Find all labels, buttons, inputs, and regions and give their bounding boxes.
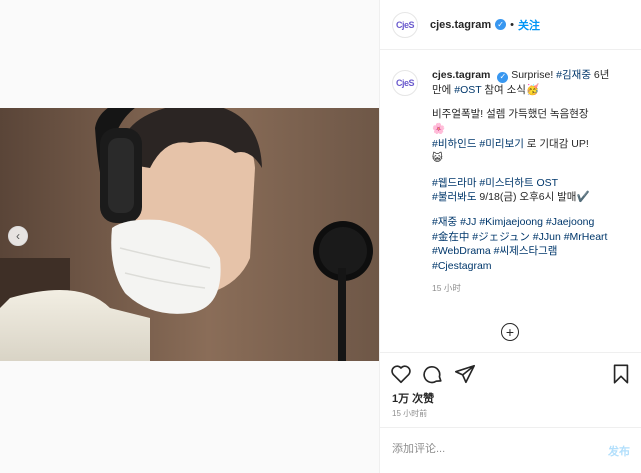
verified-badge-icon: ✓ [497,71,509,83]
hashtag-link[interactable]: #OST [454,84,481,96]
caption-text: Surprise! [511,69,557,81]
post-caption: CjeS cjes.tagram ✓ Surprise! #김재중 6년 만에 … [392,68,637,296]
account-avatar[interactable]: CjeS [392,11,418,38]
hashtag-link[interactable]: #김재중 [556,69,591,81]
heart-icon[interactable] [390,363,412,388]
follow-button[interactable]: 关注 [518,17,540,33]
separator-dot: • [510,18,515,31]
caption-line-1: cjes.tagram ✓ Surprise! #김재중 6년 [432,68,609,83]
avatar-logo-text: CjeS [395,78,415,88]
caption-text-1: Surprise! #김재중 6년 [511,69,609,81]
previous-photo-button[interactable]: ‹ [8,226,28,246]
recording-session-photo [0,108,379,361]
caption-username[interactable]: cjes.tagram [432,69,490,81]
caption-line-5: #비하인드 #미리보기 로 기대감 UP! [432,137,609,152]
caption-line-3: 비주얼폭발! 설렘 가득했던 녹음현장 [432,108,589,121]
caption-body: cjes.tagram ✓ Surprise! #김재중 6년 만에 #OST … [432,68,609,296]
share-icon[interactable] [454,363,476,388]
caption-line-2: 만에 #OST 참여 소식🥳 [432,83,609,98]
chevron-left-icon: ‹ [16,229,20,243]
likes-count[interactable]: 1万 次赞 [392,390,434,406]
post-photo[interactable] [0,108,379,361]
post-header: CjeS cjes.tagram ✓ • 关注 [380,0,641,50]
caption-text: 만에 [432,83,455,96]
post-details-panel: CjeS cjes.tagram ✓ • 关注 CjeS cjes.tagram… [379,0,641,473]
caption-line-6: 😺 [432,152,443,165]
caption-text: 참여 소식🥳 [481,83,540,96]
hashtag-link[interactable]: #미리보기 [479,138,523,150]
avatar-logo-text: CjeS [395,19,415,30]
hashtags-line-2[interactable]: #金在中 #ジェジュン #JJun #MrHeart [432,230,609,245]
caption-line-4: 🌸 [432,122,446,135]
caption-avatar[interactable]: CjeS [392,70,418,96]
caption-line-7[interactable]: #웹드라마 #미스터하트 OST [432,176,609,191]
comment-icon[interactable] [422,363,444,388]
hashtags-line-4[interactable]: #Cjestagram [432,259,609,274]
caption-text: 6년 [590,69,610,81]
post-actions-bar [380,352,641,392]
caption-line-8: #불러봐도 9/18(금) 오후6시 발매✔️ [432,190,609,205]
verified-badge-icon: ✓ [495,19,507,30]
plus-circle-icon: + [505,324,515,340]
hashtags-line-3[interactable]: #WebDrama #씨제스타그램 [432,244,609,259]
comment-bar: 发布 [380,427,641,473]
post-comment-button[interactable]: 发布 [608,443,630,459]
hashtag-link[interactable]: #불러봐도 [432,191,476,203]
media-area: ‹ [0,0,379,473]
account-username[interactable]: cjes.tagram [430,19,491,31]
caption-text: 9/18(금) 오후6시 발매✔️ [476,191,590,204]
comment-input[interactable] [392,443,592,455]
post-timestamp[interactable]: 15 小时前 [392,408,427,419]
hashtag-link[interactable]: #비하인드 [432,138,476,150]
caption-timestamp[interactable]: 15 小时 [432,281,609,296]
bookmark-icon[interactable] [610,363,632,388]
load-more-comments-button[interactable]: + [501,323,519,341]
caption-text: 로 기대감 UP! [523,137,589,150]
hashtags-line-1[interactable]: #재중 #JJ #Kimjaejoong #Jaejoong [432,215,609,230]
